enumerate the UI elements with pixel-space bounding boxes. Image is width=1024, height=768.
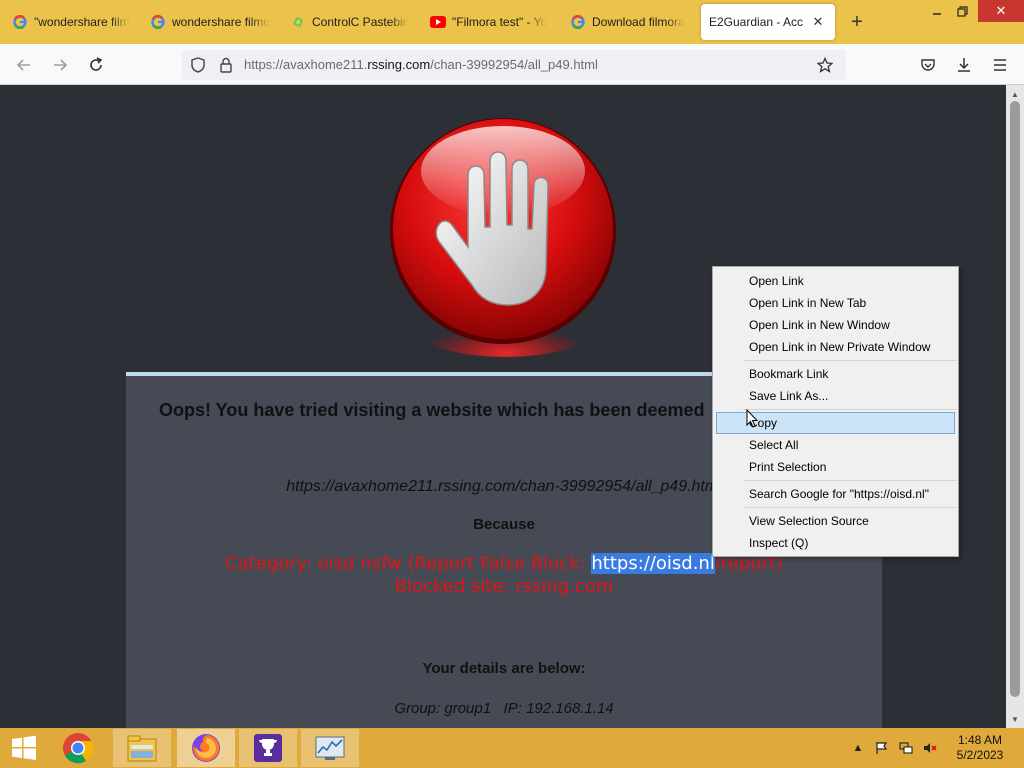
taskbar-file-explorer[interactable]: [113, 729, 171, 767]
tab-label: Download filmora: [592, 15, 685, 29]
tracking-protection-shield-icon[interactable]: [189, 56, 207, 74]
trophy-app-icon: [254, 734, 282, 762]
menu-item-search-google[interactable]: Search Google for "https://oisd.nl": [716, 483, 955, 505]
pocket-button[interactable]: [915, 52, 941, 78]
menu-item-open-link-private-window[interactable]: Open Link in New Private Window: [716, 336, 955, 358]
system-monitor-icon: [315, 736, 345, 760]
taskbar-trophy-app[interactable]: [239, 729, 297, 767]
menu-item-view-selection-source[interactable]: View Selection Source: [716, 510, 955, 532]
menu-item-open-link-new-window[interactable]: Open Link in New Window: [716, 314, 955, 336]
blocked-site-text: Blocked site: rssing.com: [394, 576, 614, 597]
volume-muted-icon[interactable]: [922, 740, 938, 756]
mouse-cursor-icon: [746, 408, 759, 428]
menu-item-bookmark-link[interactable]: Bookmark Link: [716, 363, 955, 385]
taskbar-system-monitor[interactable]: [301, 729, 359, 767]
url-host: rssing.com: [367, 57, 431, 72]
url-text[interactable]: https://avaxhome211.rssing.com/chan-3999…: [244, 57, 598, 72]
menu-item-open-link[interactable]: Open Link: [716, 270, 955, 292]
tab-wondershare-search[interactable]: "wondershare film: [4, 4, 142, 40]
reload-button[interactable]: [83, 52, 109, 78]
tab-filmora-test-youtube[interactable]: "Filmora test" - Yo: [422, 4, 560, 40]
tab-label: "Filmora test" - Yo: [452, 15, 548, 29]
network-icon[interactable]: [898, 740, 914, 756]
downloads-button[interactable]: [951, 52, 977, 78]
url-bar[interactable]: https://avaxhome211.rssing.com/chan-3999…: [182, 50, 846, 80]
scrollbar-thumb[interactable]: [1010, 101, 1020, 697]
vertical-scrollbar[interactable]: ▲ ▼: [1006, 85, 1024, 728]
clock-date: 5/2/2023: [956, 748, 1004, 762]
taskbar-chrome[interactable]: [49, 729, 107, 767]
taskbar: ▲ 1:48 AM 5/2/2023: [0, 728, 1024, 768]
tab-strip: "wondershare film wondershare filmo Cont…: [0, 0, 1024, 44]
firefox-icon: [192, 734, 220, 762]
menu-item-select-all[interactable]: Select All: [716, 434, 955, 456]
url-prefix: https://avaxhome211.: [244, 57, 368, 72]
scroll-up-arrow[interactable]: ▲: [1006, 87, 1024, 101]
scroll-down-arrow[interactable]: ▼: [1006, 712, 1024, 726]
close-window-button[interactable]: ✕: [978, 0, 1024, 22]
close-tab-icon[interactable]: ✕: [809, 13, 827, 31]
file-explorer-icon: [127, 735, 157, 762]
restore-window-button[interactable]: [945, 0, 979, 22]
lock-icon[interactable]: [217, 56, 235, 74]
menu-separator: [743, 480, 957, 481]
tab-label: "wondershare film: [34, 15, 130, 29]
menu-separator: [743, 409, 957, 410]
chrome-icon: [63, 733, 94, 764]
details-heading: Your details are below:: [422, 660, 586, 677]
controlc-icon: [290, 14, 306, 30]
category-text: Category: oisd nsfw (Report False Block:: [225, 553, 592, 574]
navigation-bar: https://avaxhome211.rssing.com/chan-3999…: [0, 44, 1024, 85]
tab-controlc-pastebin[interactable]: ControlC Pastebin: [282, 4, 420, 40]
google-icon: [150, 14, 166, 30]
url-path: /chan-39992954/all_p49.html: [430, 57, 598, 72]
tab-e2guardian-active[interactable]: E2Guardian - Acce ✕: [701, 4, 835, 40]
taskbar-firefox[interactable]: [177, 729, 235, 767]
tab-download-filmora[interactable]: Download filmora: [562, 4, 700, 40]
youtube-icon: [430, 14, 446, 30]
category-block-reason: Category: oisd nsfw (Report False Block:…: [126, 552, 882, 598]
menu-separator: [743, 507, 957, 508]
action-center-flag-icon[interactable]: [874, 740, 890, 756]
show-hidden-icons-button[interactable]: ▲: [850, 740, 866, 756]
forward-button[interactable]: [47, 52, 73, 78]
tab-label: wondershare filmo: [172, 15, 271, 29]
report-link-selected[interactable]: https://oisd.nl: [591, 553, 715, 574]
group-ip-text: Group: group1 IP: 192.168.1.14: [394, 700, 614, 717]
new-tab-button[interactable]: +: [846, 11, 868, 33]
google-icon: [570, 14, 586, 30]
menu-button[interactable]: [987, 52, 1013, 78]
menu-item-print-selection[interactable]: Print Selection: [716, 456, 955, 478]
menu-separator: [743, 360, 957, 361]
menu-item-open-link-new-tab[interactable]: Open Link in New Tab: [716, 292, 955, 314]
menu-item-save-link-as[interactable]: Save Link As...: [716, 385, 955, 407]
tab-wondershare-filmora[interactable]: wondershare filmo: [142, 4, 280, 40]
system-clock[interactable]: 1:48 AM 5/2/2023: [950, 733, 1010, 763]
clock-time: 1:48 AM: [957, 733, 1003, 747]
tab-label: ControlC Pastebin: [312, 15, 410, 29]
tab-label: E2Guardian - Acce: [709, 15, 803, 29]
back-button[interactable]: [11, 52, 37, 78]
google-icon: [12, 14, 28, 30]
bookmark-star-icon[interactable]: [816, 56, 834, 74]
menu-item-inspect[interactable]: Inspect (Q): [716, 532, 955, 554]
start-button[interactable]: [0, 729, 48, 767]
stop-hand-icon: [380, 113, 630, 363]
start-icon: [12, 735, 36, 760]
